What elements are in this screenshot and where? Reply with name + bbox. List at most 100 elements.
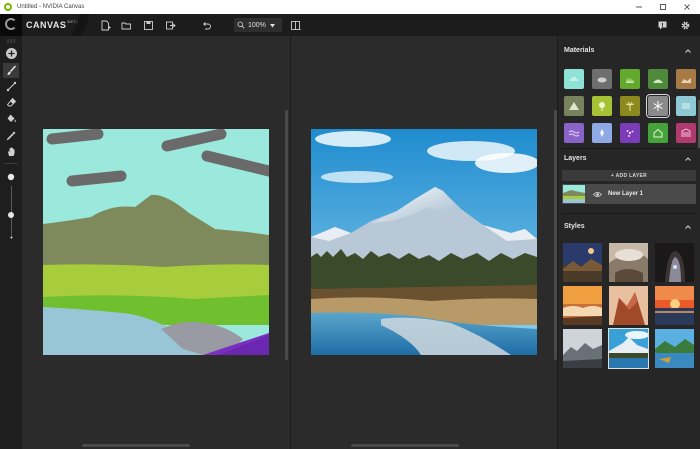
layer-row[interactable]: New Layer 1 — [562, 184, 696, 204]
save-button[interactable] — [141, 18, 155, 32]
style-thumbnail[interactable] — [655, 243, 694, 282]
visibility-eye-icon[interactable] — [593, 191, 602, 198]
crosshair-icon — [5, 48, 17, 59]
chevron-down-icon — [269, 23, 275, 27]
brush-min-size-icon — [10, 236, 12, 239]
material-swatch-dirt[interactable] — [676, 69, 696, 89]
material-swatch-water[interactable] — [564, 123, 584, 143]
material-swatch-sky[interactable] — [564, 69, 584, 89]
style-thumbnail[interactable] — [563, 329, 602, 368]
material-swatch-flowers[interactable] — [620, 123, 640, 143]
building-icon — [681, 128, 691, 137]
zoom-level: 100% — [248, 21, 266, 29]
material-swatch-palm[interactable] — [620, 96, 640, 116]
material-swatch-building[interactable] — [676, 123, 696, 143]
segmentation-canvas[interactable] — [43, 129, 269, 355]
layer-name: New Layer 1 — [608, 191, 644, 197]
maximize-button[interactable] — [652, 0, 674, 14]
eraser-tool[interactable] — [3, 95, 19, 110]
line-icon — [6, 81, 16, 92]
left-canvas-vertical-scrollbar[interactable] — [285, 110, 288, 360]
app-brand: CANVASBETA — [26, 19, 80, 30]
tool-divider — [4, 163, 18, 164]
material-swatch-grass[interactable] — [620, 69, 640, 89]
material-swatch-house[interactable] — [648, 123, 668, 143]
line-tool[interactable] — [3, 79, 19, 94]
mountain-icon — [569, 102, 579, 110]
material-swatch-snow[interactable] — [646, 94, 670, 118]
style-image — [563, 329, 602, 368]
brush-size-slider-handle[interactable] — [8, 212, 14, 218]
gear-icon — [681, 21, 689, 29]
zoom-dropdown[interactable]: 100% — [234, 18, 282, 32]
panel-divider — [562, 148, 696, 149]
flowers-icon — [626, 130, 634, 137]
materials-collapse-icon[interactable] — [684, 47, 692, 55]
material-swatch-tree[interactable] — [592, 96, 612, 116]
minimize-button[interactable] — [628, 0, 650, 14]
tree-icon — [599, 102, 605, 111]
undo-icon — [202, 21, 211, 29]
material-swatch-cloud[interactable] — [592, 69, 612, 89]
side-panel: Materials Layers + ADD LAYER New Layer 1… — [557, 36, 700, 449]
settings-button[interactable] — [678, 18, 692, 32]
left-canvas-horizontal-scrollbar[interactable] — [82, 444, 190, 447]
style-thumbnail[interactable] — [563, 243, 602, 282]
tool-rail — [0, 36, 22, 449]
paint-bucket-icon — [7, 114, 16, 123]
material-swatch-hill[interactable] — [648, 69, 668, 89]
undo-button[interactable] — [199, 18, 213, 32]
style-image — [655, 243, 694, 282]
close-button[interactable] — [676, 0, 698, 14]
hand-tool[interactable] — [3, 144, 19, 159]
style-thumbnail[interactable] — [655, 286, 694, 325]
style-image — [655, 329, 694, 368]
material-swatch-fog[interactable] — [676, 96, 696, 116]
hand-icon — [7, 147, 14, 156]
split-view-button[interactable] — [288, 18, 302, 32]
new-file-button[interactable] — [98, 18, 112, 32]
style-image — [655, 286, 694, 325]
feedback-button[interactable] — [655, 18, 669, 32]
brush-tool[interactable] — [3, 63, 19, 78]
right-canvas-horizontal-scrollbar[interactable] — [351, 444, 459, 447]
brush-size-slider[interactable] — [10, 186, 12, 236]
pan-target-tool[interactable] — [3, 46, 19, 61]
style-thumbnail[interactable] — [609, 286, 648, 325]
new-file-icon — [101, 20, 110, 30]
style-image — [563, 243, 602, 282]
nvidia-logo — [0, 14, 22, 36]
grass-icon — [626, 77, 634, 83]
export-icon — [165, 21, 176, 29]
minimize-icon — [636, 6, 642, 8]
style-image — [563, 286, 602, 325]
brush-size-icon — [7, 173, 15, 181]
style-thumbnail[interactable] — [563, 286, 602, 325]
material-swatch-ice[interactable] — [592, 123, 612, 143]
hill-icon — [653, 79, 663, 83]
style-thumbnail[interactable] — [609, 243, 648, 282]
fill-tool[interactable] — [3, 111, 19, 126]
brand-name: CANVAS — [26, 20, 67, 30]
grip-icon — [7, 39, 15, 43]
open-file-button[interactable] — [119, 18, 133, 32]
eyedropper-icon — [5, 131, 15, 141]
eyedropper-tool[interactable] — [3, 128, 19, 143]
cloud-icon — [597, 77, 607, 83]
water-icon — [568, 130, 580, 137]
layers-title: Layers — [564, 155, 587, 162]
output-canvas-area — [291, 36, 557, 449]
main-toolbar: CANVASBETA 100% — [0, 14, 700, 36]
add-layer-button[interactable]: + ADD LAYER — [562, 170, 696, 181]
save-icon — [143, 20, 153, 30]
fog-icon — [682, 103, 690, 109]
style-thumbnail-selected[interactable] — [608, 328, 649, 369]
material-swatch-mountain[interactable] — [564, 96, 584, 116]
style-image — [609, 329, 648, 368]
paint-canvas-area — [22, 36, 290, 449]
style-thumbnail[interactable] — [655, 329, 694, 368]
window-title: Untitled - NVIDIA Canvas — [17, 4, 85, 10]
styles-collapse-icon[interactable] — [684, 223, 692, 231]
export-button[interactable] — [163, 18, 177, 32]
layers-collapse-icon[interactable] — [684, 155, 692, 163]
